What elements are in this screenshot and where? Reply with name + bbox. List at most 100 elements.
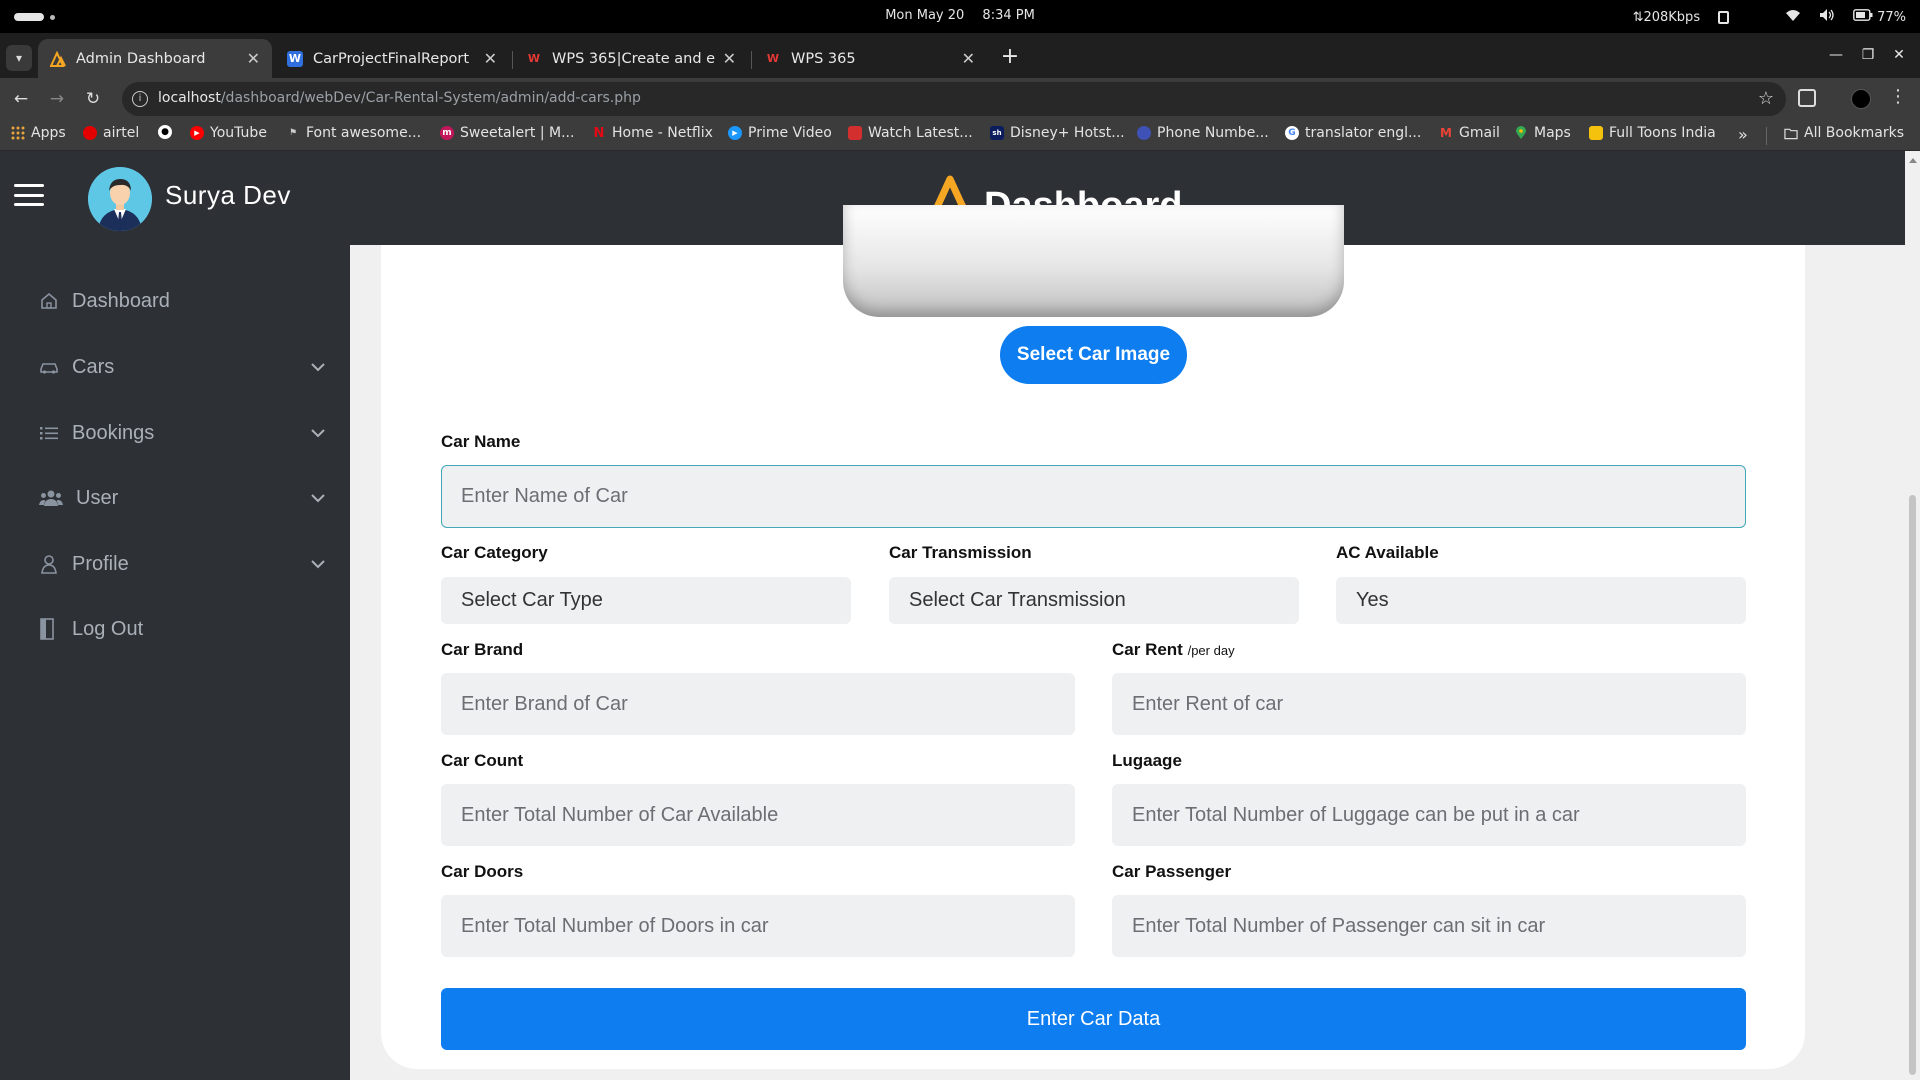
- full-toons-icon: [1589, 126, 1603, 140]
- wifi-icon[interactable]: [1785, 8, 1801, 26]
- bookmark-label: Apps: [31, 125, 66, 141]
- bookmark-maps[interactable]: Maps: [1514, 125, 1571, 141]
- sidebar-item-dashboard[interactable]: Dashboard: [38, 281, 328, 321]
- minimize-icon[interactable]: —: [1828, 47, 1844, 63]
- chevron-down-icon[interactable]: [308, 423, 328, 443]
- bookmark-youtube[interactable]: ▶ YouTube: [190, 125, 267, 141]
- bookmark-watch-latest[interactable]: Watch Latest...: [848, 125, 973, 141]
- bookmark-netflix[interactable]: N Home - Netflix: [592, 125, 713, 141]
- url-text[interactable]: localhost/dashboard/webDev/Car-Rental-Sy…: [158, 90, 641, 106]
- bookmark-full-toons[interactable]: Full Toons India: [1589, 125, 1716, 141]
- bookmark-star-icon[interactable]: ☆: [1758, 88, 1774, 109]
- car-count-input[interactable]: Enter Total Number of Car Available: [441, 784, 1075, 846]
- tab-title: WPS 365|Create and edit: [552, 50, 715, 67]
- bookmark-gmail[interactable]: M Gmail: [1439, 125, 1500, 141]
- battery-indicator[interactable]: 77%: [1853, 9, 1906, 25]
- extensions-puzzle-icon[interactable]: [1798, 89, 1816, 107]
- bookmark-label: Sweetalert | M...: [460, 125, 575, 141]
- browser-tab-strip: ▾ Admin Dashboard ✕ W CarProjectFinalRep…: [0, 33, 1920, 78]
- restore-icon[interactable]: ❐: [1860, 47, 1876, 63]
- car-brand-input[interactable]: Enter Brand of Car: [441, 673, 1075, 735]
- tab-close-icon[interactable]: ✕: [962, 49, 975, 68]
- sidebar: Dashboard Cars Bookings User Profile Log…: [0, 245, 350, 1080]
- tab-car-project-report[interactable]: W CarProjectFinalReport ✕: [275, 39, 509, 78]
- bookmark-label: All Bookmarks: [1804, 125, 1905, 141]
- bookmarks-overflow-button[interactable]: »: [1738, 125, 1748, 144]
- system-tray[interactable]: ⇅208Kbps 77%: [1633, 8, 1906, 26]
- car-name-input[interactable]: Enter Name of Car: [441, 465, 1746, 528]
- clipboard-icon[interactable]: [1718, 10, 1730, 24]
- scrollbar-thumb[interactable]: [1909, 495, 1916, 1075]
- ac-available-value: Yes: [1356, 589, 1389, 611]
- car-passenger-input[interactable]: Enter Total Number of Passenger can sit …: [1112, 895, 1746, 957]
- luggage-placeholder: Enter Total Number of Luggage can be put…: [1132, 803, 1580, 826]
- bookmark-label: airtel: [103, 125, 140, 141]
- chevron-down-icon[interactable]: [308, 488, 328, 508]
- bookmark-phone-number[interactable]: Phone Numbe...: [1137, 125, 1269, 141]
- tab-title: Admin Dashboard: [76, 50, 206, 67]
- os-date: Mon May 20: [885, 8, 965, 23]
- kebab-menu-icon[interactable]: ⋮: [1889, 86, 1907, 107]
- scroll-up-arrow-icon[interactable]: [1909, 158, 1917, 163]
- chevron-down-icon[interactable]: [308, 357, 328, 377]
- bookmark-prime-video[interactable]: ▶ Prime Video: [728, 125, 832, 141]
- tab-close-icon[interactable]: ✕: [247, 49, 260, 68]
- sidebar-item-user[interactable]: User: [38, 478, 328, 518]
- car-category-select[interactable]: Select Car Type: [441, 577, 851, 624]
- apps-grid-icon: [11, 126, 25, 140]
- all-bookmarks-button[interactable]: All Bookmarks: [1784, 125, 1904, 141]
- tab-wps-create[interactable]: W WPS 365|Create and edit ✕: [514, 39, 748, 78]
- sidebar-item-bookings[interactable]: Bookings: [38, 413, 328, 453]
- folder-icon: [1784, 126, 1798, 140]
- bookmark-apps[interactable]: Apps: [11, 125, 66, 141]
- bookmark-label: Watch Latest...: [868, 125, 973, 141]
- luggage-input[interactable]: Enter Total Number of Luggage can be put…: [1112, 784, 1746, 846]
- chevron-down-icon[interactable]: [308, 554, 328, 574]
- address-bar[interactable]: i localhost/dashboard/webDev/Car-Rental-…: [122, 82, 1786, 116]
- bookmark-hotstar[interactable]: sh Disney+ Hotst...: [990, 125, 1125, 141]
- bookmark-github[interactable]: ●: [158, 125, 178, 139]
- site-info-icon[interactable]: i: [132, 91, 148, 107]
- car-brand-placeholder: Enter Brand of Car: [461, 692, 628, 715]
- tab-close-icon[interactable]: ✕: [484, 49, 497, 68]
- tab-close-icon[interactable]: ✕: [723, 49, 736, 68]
- bookmark-label: Prime Video: [748, 125, 832, 141]
- github-icon: ●: [158, 125, 172, 139]
- hamburger-menu-icon[interactable]: [14, 184, 44, 206]
- os-time: 8:34 PM: [982, 8, 1035, 23]
- bookmark-font-awesome[interactable]: ⚑ Font awesome...: [286, 125, 421, 141]
- bookmark-translator[interactable]: G translator engl...: [1285, 125, 1421, 141]
- bookmark-airtel[interactable]: airtel: [83, 125, 139, 141]
- car-rent-input[interactable]: Enter Rent of car: [1112, 673, 1746, 735]
- new-tab-button[interactable]: +: [996, 43, 1024, 71]
- car-image-preview: [843, 205, 1344, 317]
- ac-available-select[interactable]: Yes: [1336, 577, 1746, 624]
- page-scrollbar[interactable]: [1905, 151, 1920, 1080]
- bookmark-label: Home - Netflix: [612, 125, 713, 141]
- tab-wps-365[interactable]: W WPS 365 ✕: [753, 39, 987, 78]
- bookmark-sweetalert[interactable]: m Sweetalert | M...: [440, 125, 574, 141]
- car-transmission-select[interactable]: Select Car Transmission: [889, 577, 1299, 624]
- reload-icon[interactable]: ↻: [80, 86, 106, 112]
- sidebar-item-logout[interactable]: Log Out: [38, 609, 328, 649]
- volume-icon[interactable]: [1819, 8, 1835, 26]
- car-doors-input[interactable]: Enter Total Number of Doors in car: [441, 895, 1075, 957]
- select-car-image-button[interactable]: Select Car Image: [1000, 326, 1187, 384]
- ac-available-label: AC Available: [1336, 543, 1439, 562]
- tab-admin-dashboard[interactable]: Admin Dashboard ✕: [38, 39, 272, 78]
- car-doors-placeholder: Enter Total Number of Doors in car: [461, 914, 769, 937]
- url-host: localhost: [158, 90, 221, 106]
- forward-arrow-icon[interactable]: →: [44, 86, 70, 112]
- sidebar-item-cars[interactable]: Cars: [38, 347, 328, 387]
- avatar[interactable]: [88, 167, 152, 231]
- network-speed: ⇅208Kbps: [1632, 9, 1701, 25]
- sidebar-item-profile[interactable]: Profile: [38, 544, 328, 584]
- profile-avatar-icon[interactable]: [1851, 89, 1871, 109]
- tab-search-button[interactable]: ▾: [6, 45, 32, 71]
- phone-number-icon: [1137, 126, 1151, 140]
- back-arrow-icon[interactable]: ←: [8, 86, 34, 112]
- enter-car-data-button[interactable]: Enter Car Data: [441, 988, 1746, 1050]
- airtel-icon: [83, 126, 97, 140]
- window-close-icon[interactable]: ✕: [1891, 47, 1907, 63]
- car-transmission-label: Car Transmission: [889, 543, 1032, 562]
